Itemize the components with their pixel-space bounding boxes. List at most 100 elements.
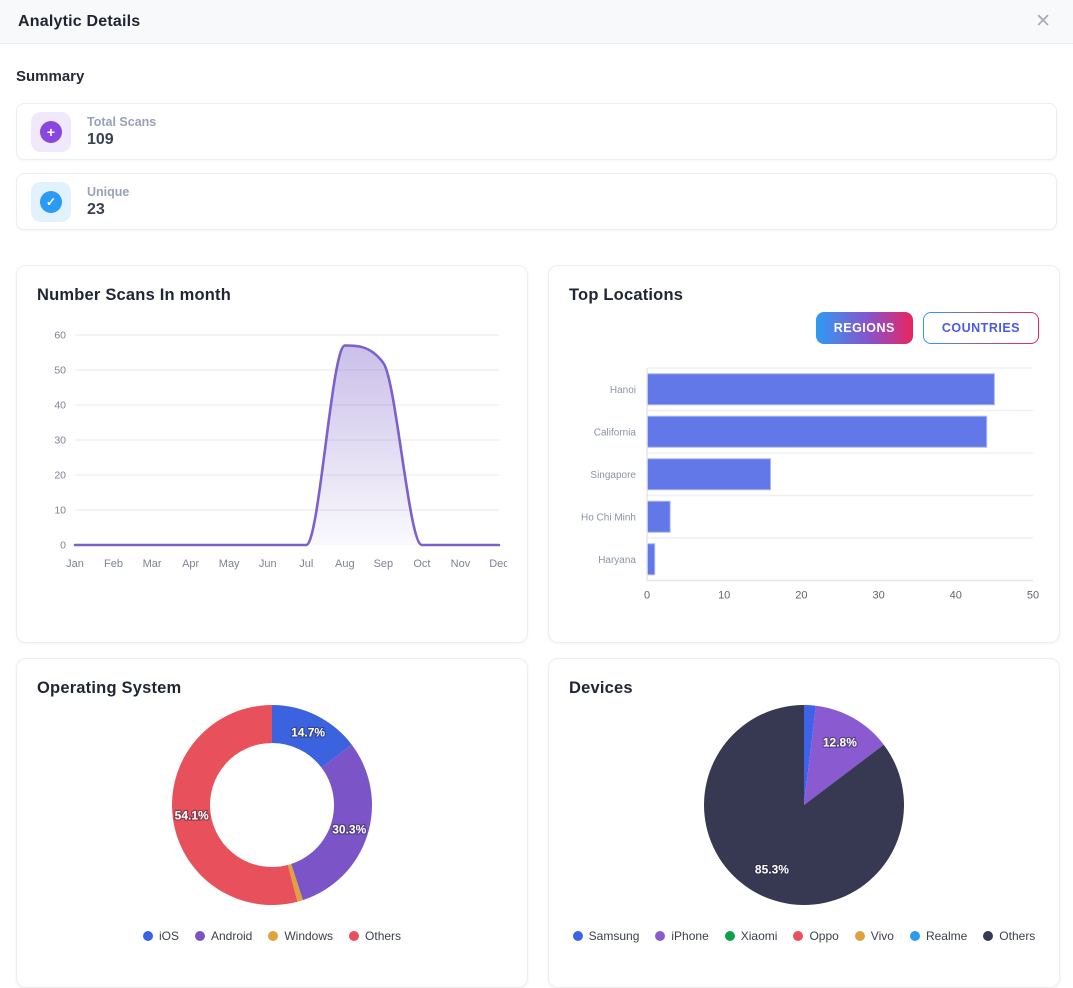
plus-circle-icon: +	[31, 111, 71, 152]
svg-text:Jan: Jan	[66, 558, 84, 570]
svg-text:Jul: Jul	[299, 558, 313, 570]
svg-text:40: 40	[950, 590, 962, 602]
legend-dot	[194, 931, 205, 941]
legend-dot	[655, 931, 666, 941]
legend-item[interactable]: Windows	[268, 929, 333, 943]
svg-text:30: 30	[54, 435, 66, 447]
svg-text:California: California	[594, 427, 637, 438]
svg-text:Sep: Sep	[374, 558, 394, 570]
svg-text:Oct: Oct	[413, 558, 430, 570]
legend-item[interactable]: Others	[983, 929, 1035, 943]
legend-item[interactable]: Oppo	[793, 929, 839, 943]
legend-dot	[793, 931, 804, 941]
check-circle-icon: ✓	[31, 181, 71, 222]
legend-dot	[142, 931, 153, 941]
legend-item[interactable]: Xiaomi	[724, 929, 778, 943]
legend-dot	[572, 931, 583, 941]
svg-text:50: 50	[1027, 590, 1039, 602]
dialog-header: Analytic Details ✕	[0, 0, 1073, 44]
legend-dot	[854, 931, 865, 941]
svg-text:May: May	[219, 558, 240, 570]
svg-text:Jun: Jun	[259, 558, 277, 570]
legend-label: iPhone	[671, 929, 709, 943]
svg-text:30: 30	[872, 590, 884, 602]
top-locations-title: Top Locations	[569, 286, 684, 304]
total-scans-value: 109	[87, 130, 114, 148]
dialog-title: Analytic Details	[18, 12, 141, 30]
legend-item[interactable]: Realme	[909, 929, 968, 943]
unique-label: Unique	[87, 184, 130, 199]
charts-grid: Number Scans In month 0 10 20 30 40 50 60 Jan Fe…	[16, 265, 1060, 988]
legend-item[interactable]: iOS	[142, 929, 179, 943]
dialog-body: Summary + Total Scans 109 ✓ Unique 23 Nu…	[0, 68, 1073, 988]
svg-text:0: 0	[60, 540, 66, 552]
top-locations-card: Top Locations REGIONS COUNTRIES Hanoi Cal…	[548, 265, 1060, 643]
pie-chart: 12.8% 85.3%	[704, 705, 904, 905]
svg-text:Aug: Aug	[335, 558, 355, 570]
operating-system-title: Operating System	[37, 679, 182, 697]
close-button[interactable]: ✕	[1031, 10, 1055, 33]
svg-text:20: 20	[54, 470, 66, 482]
area-chart: 0 10 20 30 40 50 60 Jan Feb Mar Apr May Jun Jul Aug Sep…	[54, 330, 509, 571]
scans-per-month-title: Number Scans In month	[37, 286, 231, 304]
legend-label: Others	[999, 929, 1036, 943]
devices-card: Devices 12.8% 85.3% Samsung iPhone Xiaomi Op…	[548, 658, 1060, 988]
legend-label: Oppo	[809, 929, 839, 943]
os-legend: iOS Android Windows Others	[37, 929, 507, 943]
legend-dot	[724, 931, 735, 941]
locations-toggle: REGIONS COUNTRIES	[569, 312, 1039, 344]
legend-label: Vivo	[870, 929, 894, 943]
svg-text:Apr: Apr	[182, 558, 199, 570]
legend-item[interactable]: Vivo	[854, 929, 894, 943]
legend-item[interactable]: Samsung	[572, 929, 640, 943]
svg-text:12.8%: 12.8%	[823, 736, 857, 750]
scans-per-month-card: Number Scans In month 0 10 20 30 40 50 60 Jan Fe…	[16, 265, 528, 643]
regions-button[interactable]: REGIONS	[815, 312, 913, 344]
svg-text:14.7%: 14.7%	[291, 725, 325, 739]
legend-dot	[909, 931, 920, 941]
legend-label: Realme	[925, 929, 968, 943]
svg-text:Singapore: Singapore	[590, 470, 636, 481]
legend-dot	[983, 931, 994, 941]
svg-text:10: 10	[718, 590, 730, 602]
operating-system-card: Operating System 14.7% 30.3% 54.1% iOS Andr…	[16, 658, 528, 988]
total-scans-card: + Total Scans 109	[16, 103, 1057, 160]
svg-text:Nov: Nov	[451, 558, 471, 570]
close-icon: ✕	[1035, 11, 1051, 32]
devices-title: Devices	[569, 679, 633, 697]
svg-text:Feb: Feb	[104, 558, 123, 570]
legend-label: Windows	[284, 929, 334, 943]
legend-label: iOS	[158, 929, 179, 943]
horizontal-bar-chart: Hanoi California Singapore Ho Chi Minh Harya…	[581, 367, 1039, 602]
countries-button[interactable]: COUNTRIES	[923, 312, 1039, 344]
total-scans-label: Total Scans	[87, 114, 157, 129]
unique-card: ✓ Unique 23	[16, 173, 1057, 230]
devices-legend: Samsung iPhone Xiaomi Oppo Vivo Realme Others	[569, 929, 1039, 943]
svg-text:20: 20	[795, 590, 807, 602]
legend-dot	[268, 931, 279, 941]
legend-label: Xiaomi	[740, 929, 778, 943]
svg-text:Hanoi: Hanoi	[610, 385, 636, 396]
legend-label: Others	[365, 929, 402, 943]
svg-text:Ho Chi Minh: Ho Chi Minh	[581, 512, 636, 523]
svg-text:10: 10	[54, 505, 66, 517]
svg-text:40: 40	[54, 400, 66, 412]
legend-item[interactable]: Android	[194, 929, 253, 943]
donut-chart: 14.7% 30.3% 54.1%	[171, 705, 372, 905]
legend-label: Android	[210, 929, 253, 943]
unique-value: 23	[87, 200, 105, 218]
svg-text:0: 0	[644, 590, 650, 602]
svg-text:54.1%: 54.1%	[175, 808, 209, 822]
legend-item[interactable]: iPhone	[655, 929, 709, 943]
svg-text:Haryana: Haryana	[598, 555, 636, 566]
svg-text:Dec: Dec	[489, 558, 507, 570]
legend-dot	[349, 931, 360, 941]
svg-text:Mar: Mar	[143, 558, 162, 570]
svg-text:30.3%: 30.3%	[332, 822, 366, 836]
svg-text:60: 60	[54, 330, 66, 342]
summary-heading: Summary	[16, 68, 85, 85]
svg-text:85.3%: 85.3%	[755, 862, 789, 876]
legend-label: Samsung	[588, 929, 640, 943]
legend-item[interactable]: Others	[349, 929, 401, 943]
svg-text:50: 50	[54, 365, 66, 377]
